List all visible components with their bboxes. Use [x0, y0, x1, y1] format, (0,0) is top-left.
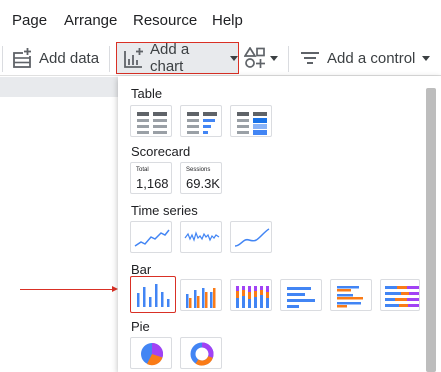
table-heatmap-icon — [237, 112, 267, 135]
grouped-bar-icon — [337, 286, 363, 308]
stacked-column-chart-option[interactable] — [230, 279, 272, 311]
smoothed-time-series-option[interactable] — [230, 221, 272, 253]
menu-scrollbar[interactable] — [426, 88, 436, 372]
menu-resource[interactable]: Resource — [133, 12, 197, 29]
table-with-bars-icon — [187, 112, 217, 134]
add-data-icon — [12, 47, 34, 69]
stacked-column-icon — [236, 286, 269, 308]
section-label-scorecard: Scorecard — [131, 144, 191, 159]
section-label-time-series: Time series — [131, 203, 198, 218]
stacked-bar-chart-option[interactable] — [380, 279, 420, 311]
grouped-column-icon — [186, 288, 216, 308]
table-chart-option[interactable] — [130, 105, 172, 137]
scorecard-compact-option[interactable]: Sessions 69.3K — [180, 162, 222, 194]
toolbar: Add data Add a chart Add a control — [0, 40, 441, 76]
section-label-table: Table — [131, 86, 163, 101]
add-data-label: Add data — [39, 49, 100, 67]
bar-column-chart-option[interactable] — [130, 276, 176, 313]
filter-icon — [299, 47, 321, 69]
smooth-line-icon — [234, 228, 270, 247]
add-chart-icon — [123, 47, 145, 69]
column-chart-icon — [137, 284, 170, 307]
dropdown-caret-icon — [230, 55, 238, 61]
horizontal-bar-chart-option[interactable] — [280, 279, 322, 311]
grouped-bar-chart-option[interactable] — [330, 279, 372, 311]
donut-chart-icon — [190, 342, 214, 366]
time-series-option[interactable] — [130, 221, 172, 253]
table-heatmap-chart-option[interactable] — [230, 105, 272, 137]
dropdown-caret-icon — [422, 55, 431, 61]
scorecard-metric-value: 1,168 — [136, 176, 169, 191]
add-control-button[interactable]: Add a control — [299, 42, 431, 74]
donut-chart-option[interactable] — [180, 337, 222, 369]
menu-page[interactable]: Page — [12, 12, 47, 29]
toolbar-divider — [109, 46, 110, 72]
menu-bar: Page Arrange Resource Help — [0, 0, 441, 40]
scorecard-metric-label: Sessions — [186, 167, 211, 173]
scorecard-option[interactable]: Total 1,168 — [130, 162, 172, 194]
section-label-bar: Bar — [131, 262, 152, 277]
pie-chart-icon — [141, 342, 164, 366]
menu-arrange[interactable]: Arrange — [64, 12, 117, 29]
stacked-bar-icon — [385, 286, 419, 307]
menu-help[interactable]: Help — [212, 12, 243, 29]
horizontal-bar-icon — [287, 287, 315, 308]
section-label-pie: Pie — [131, 319, 150, 334]
shapes-icon — [244, 47, 266, 69]
grouped-column-chart-option[interactable] — [180, 279, 222, 311]
add-chart-label: Add a chart — [150, 41, 190, 75]
chart-type-menu: Table Scorecard Total 1,168 Sessions 69.… — [118, 76, 441, 372]
table-bars-chart-option[interactable] — [180, 105, 222, 137]
table-icon — [137, 112, 167, 134]
line-trend-icon — [134, 229, 170, 247]
toolbar-divider — [2, 46, 3, 72]
dropdown-caret-icon — [270, 55, 278, 61]
pie-chart-option[interactable] — [130, 337, 172, 369]
add-data-button[interactable]: Add data — [12, 42, 99, 74]
add-component-button[interactable] — [244, 42, 278, 74]
add-control-label: Add a control — [327, 49, 416, 67]
toolbar-divider — [288, 46, 289, 72]
annotation-arrow-line — [20, 289, 114, 290]
sparkline-option[interactable] — [180, 221, 222, 253]
scorecard-metric-value: 69.3K — [186, 176, 220, 191]
sparkline-icon — [184, 231, 220, 242]
add-chart-button[interactable]: Add a chart — [116, 41, 239, 75]
scorecard-metric-label: Total — [136, 167, 149, 173]
